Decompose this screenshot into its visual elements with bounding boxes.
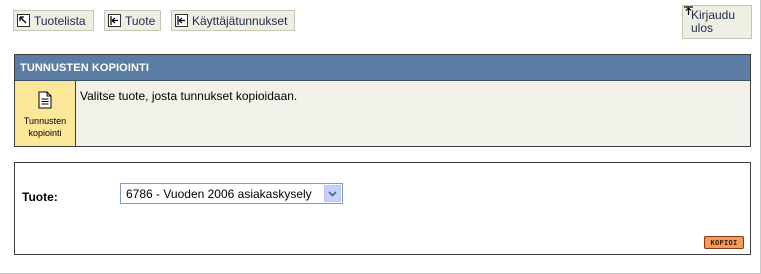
product-button[interactable]: Tuote (104, 10, 161, 31)
product-select[interactable]: 6786 - Vuoden 2006 asiakaskysely (120, 183, 343, 204)
product-select-value: 6786 - Vuoden 2006 asiakaskysely (126, 186, 312, 201)
arrow-left-icon (108, 14, 121, 27)
logout-button[interactable]: Kirjaudu ulos (682, 5, 752, 39)
product-field-label: Tuote: (22, 190, 58, 204)
section-badge-line1: Tunnusten (23, 116, 67, 126)
instruction-text: Valitse tuote, josta tunnukset kopioidaa… (80, 89, 298, 103)
section-badge-label: Tunnusten kopiointi (24, 115, 66, 139)
document-icon (38, 91, 52, 109)
product-label: Tuote (125, 13, 156, 28)
panel-body: Tunnusten kopiointi Valitse tuote, josta… (15, 81, 750, 146)
product-list-button[interactable]: Tuotelista (13, 10, 94, 31)
user-credentials-button[interactable]: Käyttäjätunnukset (171, 10, 295, 31)
panel-title: TUNNUSTEN KOPIOINTI (15, 55, 750, 81)
logout-label: Kirjaudu ulos (691, 9, 735, 35)
product-list-label: Tuotelista (34, 13, 86, 28)
logout-label-line1: Kirjaudu (691, 8, 736, 22)
chevron-down-icon[interactable] (324, 185, 341, 202)
logout-label-line2: ulos (691, 21, 714, 35)
user-credentials-label: Käyttäjätunnukset (192, 13, 288, 28)
copy-credentials-panel: TUNNUSTEN KOPIOINTI Tunnusten kopiointi … (14, 54, 751, 147)
copy-button[interactable]: KOPIOI (704, 236, 744, 249)
copy-form: Tuote: 6786 - Vuoden 2006 asiakaskysely … (14, 162, 751, 255)
section-badge-line2: kopiointi (28, 128, 62, 138)
arrow-left-icon (175, 14, 188, 27)
section-badge: Tunnusten kopiointi (15, 81, 76, 146)
arrow-up-left-icon (17, 14, 30, 27)
